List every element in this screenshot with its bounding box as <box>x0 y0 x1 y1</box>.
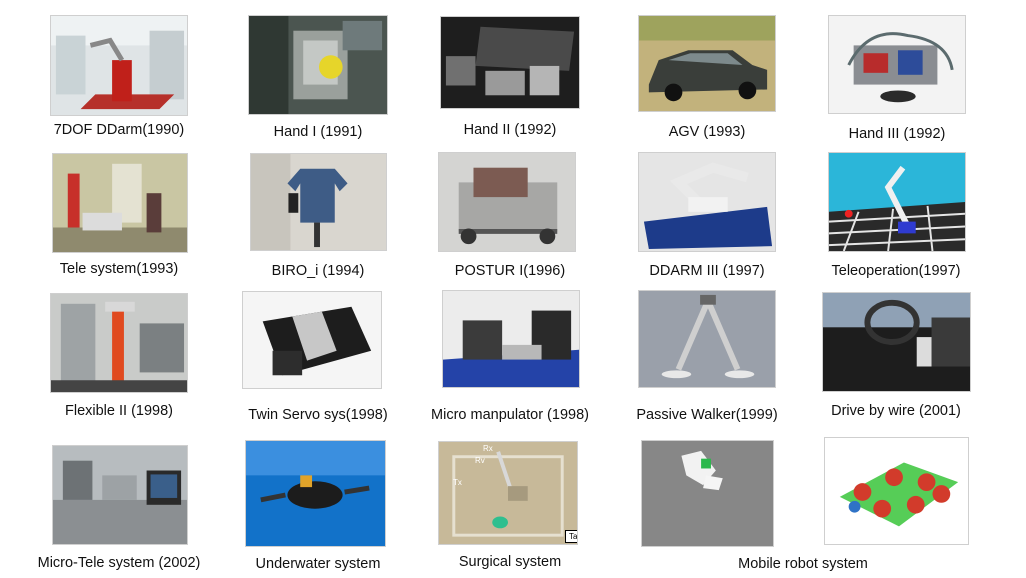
surgical-target-label: Target <box>565 530 577 543</box>
photo-agv <box>638 15 776 112</box>
photo-hand-i <box>248 15 388 115</box>
caption-surgical-system: Surgical system <box>458 554 562 570</box>
caption-drive-by-wire: Drive by wire (2001) <box>831 403 961 419</box>
photo-mobile-robot-sim <box>641 440 774 547</box>
caption-hand-ii: Hand II (1992) <box>463 122 557 138</box>
caption-hand-iii: Hand III (1992) <box>848 126 946 142</box>
surgical-tx-label: Tx <box>453 478 462 487</box>
photo-passive-walker <box>638 290 776 388</box>
caption-micro-tele-system: Micro-Tele system (2002) <box>37 555 201 571</box>
photo-hand-ii <box>440 16 580 109</box>
photo-surgical-system: Tx Rv Rx Target <box>438 441 578 545</box>
photo-mobile-robot-plot <box>824 437 969 545</box>
caption-tele-system: Tele system(1993) <box>59 261 179 277</box>
caption-7dof-ddarm: 7DOF DDarm(1990) <box>53 122 185 138</box>
photo-underwater-system <box>245 440 386 547</box>
caption-postur-i: POSTUR I(1996) <box>454 263 566 279</box>
photo-postur-i <box>438 152 576 252</box>
photo-twin-servo <box>242 291 382 389</box>
photo-7dof-ddarm <box>50 15 188 116</box>
photo-teleoperation <box>828 152 966 252</box>
photo-tele-system <box>52 153 188 253</box>
caption-agv: AGV (1993) <box>668 124 746 140</box>
surgical-rv-label: Rv <box>475 456 485 465</box>
photo-hand-iii <box>828 15 966 114</box>
caption-passive-walker: Passive Walker(1999) <box>636 407 778 423</box>
caption-micro-manipulator: Micro manpulator (1998) <box>431 407 589 423</box>
photo-drive-by-wire <box>822 292 971 392</box>
caption-hand-i: Hand I (1991) <box>273 124 363 140</box>
caption-underwater-system: Underwater system <box>255 556 381 572</box>
photo-micro-manipulator <box>442 290 580 388</box>
caption-ddarm-iii: DDARM III (1997) <box>649 263 765 279</box>
photo-flexible-ii <box>50 293 188 393</box>
photo-micro-tele-system <box>52 445 188 545</box>
photo-ddarm-iii <box>638 152 776 252</box>
surgical-rx-label: Rx <box>483 444 493 453</box>
caption-flexible-ii: Flexible II (1998) <box>65 403 173 419</box>
caption-teleoperation: Teleoperation(1997) <box>831 263 961 279</box>
caption-biro-i: BIRO_i (1994) <box>271 263 365 279</box>
caption-mobile-robot-system: Mobile robot system <box>738 556 868 572</box>
caption-twin-servo: Twin Servo sys(1998) <box>248 407 388 423</box>
photo-biro-i <box>250 153 387 251</box>
